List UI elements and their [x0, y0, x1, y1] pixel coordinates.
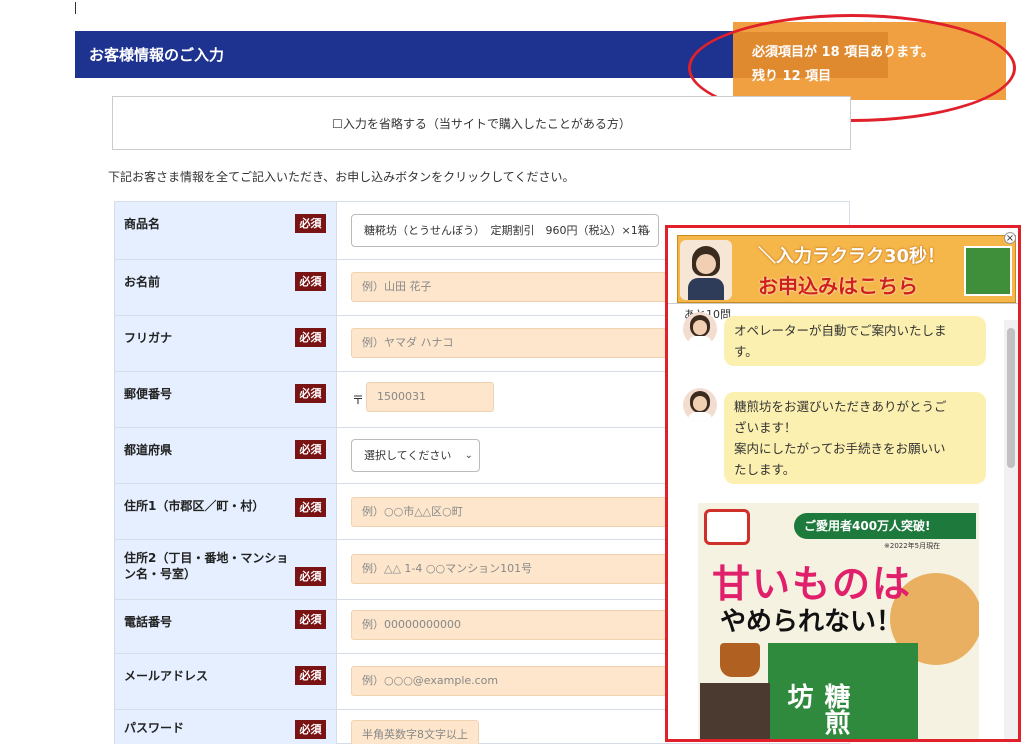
banner-headline: ＼入力ラクラク30秒！: [758, 246, 946, 267]
section-title: お客様情報のご入力: [89, 46, 225, 64]
row-label-cell: メールアドレス 必須: [115, 654, 337, 709]
furigana-input[interactable]: 例）ヤマダ ハナコ: [351, 328, 671, 358]
required-badge: 必須: [295, 720, 326, 739]
postal-code-input[interactable]: 1500031: [366, 382, 494, 412]
field-label: フリガナ: [124, 331, 173, 345]
prefecture-select-value: 選択してください: [364, 449, 452, 462]
email-input[interactable]: 例）○○○@example.com: [351, 666, 671, 696]
row-label-cell: フリガナ 必須: [115, 316, 337, 371]
skip-input-box[interactable]: ☐入力を省略する（当サイトで購入したことがある方）: [112, 96, 851, 150]
photo-thumbnail: [700, 683, 770, 739]
product-box-title: 糖煎坊: [783, 683, 850, 735]
address1-input[interactable]: 例）○○市△△区○町: [351, 497, 671, 527]
promo-note: ※2022年5月現在: [884, 542, 941, 550]
field-label: メールアドレス: [124, 669, 209, 683]
row-label-cell: 電話番号 必須: [115, 600, 337, 653]
field-label: お名前: [124, 275, 161, 289]
promo-headline: 甘いものは: [712, 562, 913, 606]
required-badge: 必須: [295, 214, 326, 233]
close-icon[interactable]: ×: [1004, 232, 1016, 244]
promo-subheadline: やめられない！: [720, 607, 903, 637]
field-label: 商品名: [124, 217, 161, 231]
operator-avatar: [683, 388, 717, 422]
field-label: 都道府県: [124, 443, 173, 457]
required-badge: 必須: [295, 440, 326, 459]
chat-widget: ＼入力ラクラク30秒！ お申込みはこちら × あと10問 オペレーターが自動でご…: [665, 225, 1021, 742]
row-label-cell: パスワード 必須: [115, 710, 337, 744]
operator-avatar: [683, 312, 717, 346]
chat-message: オペレーターが自動でご案内いたしま す。: [724, 316, 986, 366]
skip-input-checkbox-label[interactable]: ☐入力を省略する（当サイトで購入したことがある方）: [113, 115, 850, 132]
product-package-image: [964, 246, 1012, 296]
chevron-down-icon: ⌄: [464, 450, 473, 461]
required-badge: 必須: [295, 666, 326, 685]
pudding-illustration: [720, 643, 760, 677]
text-cursor: [75, 2, 76, 14]
postal-mark: 〒: [352, 393, 365, 407]
product-box-image: 糖煎坊: [768, 643, 918, 739]
address2-input[interactable]: 例）△△ 1-4 ○○マンション101号: [351, 554, 671, 584]
field-label: 住所2（丁目・番地・マンション名・号室）: [124, 551, 289, 581]
name-input[interactable]: 例）山田 花子: [351, 272, 671, 302]
row-label-cell: 都道府県 必須: [115, 428, 337, 483]
prefecture-select[interactable]: 選択してください ⌄: [351, 439, 480, 472]
product-select[interactable]: 糖糀坊（とうせんぼう） 定期割引 960円（税込）×1箱 ⌄: [351, 214, 659, 247]
chat-message-text: 糖煎坊をお選びいただきありがとうご ざいます！ 案内にしたがってお手続きをお願い…: [734, 399, 947, 477]
scrollbar-thumb[interactable]: [1007, 328, 1015, 468]
product-select-value: 糖糀坊（とうせんぼう） 定期割引 960円（税込）×1箱: [364, 224, 649, 237]
row-label-cell: お名前 必須: [115, 260, 337, 315]
required-badge: 必須: [295, 610, 326, 629]
operator-image: [680, 240, 732, 300]
page: お客様情報のご入力 必須項目が 18 項目あります。 残り 12 項目 ☐入力を…: [0, 0, 1024, 744]
required-badge: 必須: [295, 498, 326, 517]
row-label-cell: 住所1（市郡区／町・村） 必須: [115, 484, 337, 539]
required-badge: 必須: [295, 328, 326, 347]
field-label: パスワード: [124, 721, 185, 735]
password-input[interactable]: 半角英数字8文字以上: [351, 720, 479, 744]
intro-text: 下記お客さま情報を全てご記入いただき、お申し込みボタンをクリックしてください。: [108, 170, 575, 184]
chat-message-text: オペレーターが自動でご案内いたしま す。: [734, 323, 947, 359]
banner-cta: お申込みはこちら: [758, 274, 918, 298]
required-badge: 必須: [295, 567, 326, 586]
field-label: 住所1（市郡区／町・村）: [124, 499, 265, 513]
divider: [668, 303, 1018, 304]
promo-ribbon: ご愛用者400万人突破!: [794, 513, 976, 539]
field-label: 郵便番号: [124, 387, 173, 401]
chat-banner[interactable]: ＼入力ラクラク30秒！ お申込みはこちら: [677, 235, 1016, 303]
phone-input[interactable]: 例）00000000000: [351, 610, 671, 640]
promo-image: ご愛用者400万人突破! ※2022年5月現在 甘いものは やめられない！ 糖煎…: [698, 503, 979, 739]
field-label: 電話番号: [124, 615, 173, 629]
chat-message: 糖煎坊をお選びいただきありがとうご ざいます！ 案内にしたがってお手続きをお願い…: [724, 392, 986, 484]
cake-illustration: [704, 509, 750, 545]
required-badge: 必須: [295, 384, 326, 403]
row-label-cell: 郵便番号 必須: [115, 372, 337, 427]
row-label-cell: 住所2（丁目・番地・マンション名・号室） 必須: [115, 540, 337, 599]
chevron-down-icon: ⌄: [643, 225, 652, 236]
row-label-cell: 商品名 必須: [115, 202, 337, 259]
required-badge: 必須: [295, 272, 326, 291]
